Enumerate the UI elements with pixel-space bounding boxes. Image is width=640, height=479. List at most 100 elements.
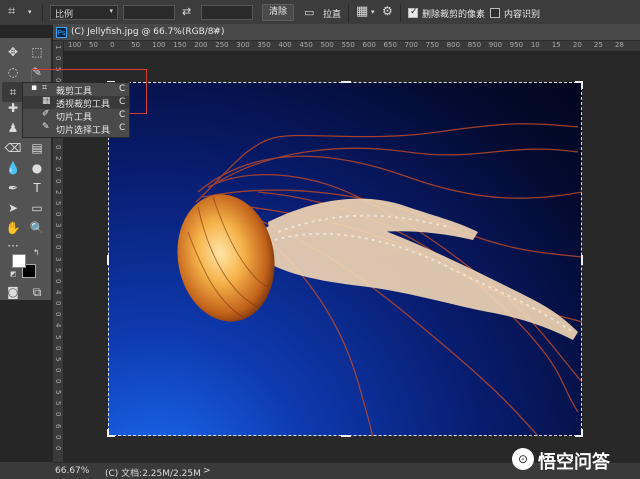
zoom-level[interactable]: 66.67% — [55, 466, 89, 476]
crop-handle-left[interactable] — [107, 255, 109, 265]
document-tab[interactable]: Ps (C) Jellyfish.jpg @ 66.7%(RGB/8#) × — [53, 24, 640, 41]
ruler-tick: 4 — [54, 323, 62, 328]
ruler-tick: 150 — [173, 41, 187, 49]
more-tools-icon[interactable]: ··· — [2, 236, 24, 256]
spot-heal-tool-icon[interactable]: ✚ — [2, 98, 24, 118]
flyout-item-label: 切片选择工具 — [56, 126, 111, 136]
close-icon[interactable]: × — [212, 26, 220, 36]
separator — [42, 4, 43, 22]
gear-icon[interactable]: ⚙ — [382, 4, 393, 18]
separator — [400, 4, 401, 22]
ruler-tick: 6 — [54, 423, 62, 429]
perspective-crop-icon: ▦ — [42, 96, 51, 106]
ruler-top[interactable]: 100 50 0 50 100 150 200 250 300 350 400 450 500 550 60… — [64, 41, 640, 52]
height-input[interactable] — [201, 5, 253, 20]
straighten-label[interactable]: 拉直 — [323, 7, 341, 20]
foreground-color-swatch[interactable] — [12, 254, 26, 268]
watermark-text: 悟空问答 — [538, 452, 610, 473]
content-aware-label[interactable]: 内容识别 — [504, 7, 540, 20]
ruler-tick: 0 — [54, 367, 62, 373]
crop-frame[interactable] — [107, 81, 583, 437]
stamp-tool-icon[interactable]: ♟ — [2, 118, 24, 138]
ruler-tick: 4 — [54, 289, 62, 295]
flyout-item-slice-select[interactable]: ✎ 切片选择工具 C — [23, 122, 129, 136]
quick-mask-icon[interactable]: ◙ — [2, 282, 24, 302]
chevron-down-icon[interactable]: ▾ — [371, 8, 375, 16]
document-info: (C) 文档:2.25M/2.25M — [105, 469, 201, 479]
crop-handle-right[interactable] — [581, 255, 583, 265]
ruler-tick: 0 — [54, 345, 62, 351]
straighten-icon[interactable]: ▭ — [304, 6, 314, 19]
ruler-tick: 0 — [54, 412, 62, 417]
content-aware-checkbox[interactable] — [490, 8, 500, 18]
ruler-tick: 0 — [54, 379, 62, 384]
dodge-tool-icon[interactable]: ● — [26, 158, 48, 178]
marquee-tool-icon[interactable]: ⬚ — [26, 42, 48, 62]
ruler-tick: 0 — [54, 145, 62, 150]
lasso-tool-icon[interactable]: ◌ — [2, 62, 24, 82]
ruler-tick: 5 — [54, 401, 62, 406]
ruler-tick: 0 — [54, 312, 62, 317]
ruler-tick: 15 — [551, 41, 561, 49]
overlay-grid-icon[interactable]: ▦ — [356, 4, 368, 19]
watermark: ⊙ 悟空问答 — [512, 446, 638, 473]
ruler-tick: 300 — [236, 41, 250, 49]
ruler-tick: 0 — [54, 56, 62, 61]
ruler-tick: 10 — [530, 41, 540, 49]
ruler-tick: 20 — [572, 41, 582, 49]
crop-handle-top-right[interactable] — [575, 81, 583, 89]
flyout-item-perspective-crop[interactable]: ▦ 透视裁剪工具 C — [23, 96, 129, 110]
options-bar: ⌗ ▾ 比例 ▾ ⇄ 清除 ▭ 拉直 ▦ ▾ ⚙ 删除裁剪的像素 内容识别 — [0, 0, 640, 26]
blur-tool-icon[interactable]: 💧 — [2, 158, 24, 178]
status-menu-arrow[interactable]: > — [203, 466, 211, 476]
ruler-tick: 0 — [54, 234, 62, 239]
ruler-tick: 600 — [362, 41, 376, 49]
flyout-item-shortcut: C — [119, 97, 126, 107]
ruler-tick: 50 — [131, 41, 141, 49]
delete-cropped-checkbox[interactable] — [408, 7, 418, 18]
crop-handle-bottom-left[interactable] — [107, 429, 115, 437]
ruler-tick: 800 — [446, 41, 461, 49]
ruler-tick: 500 — [320, 41, 334, 49]
ruler-tick: 850 — [467, 41, 482, 49]
crop-handle-bottom-right[interactable] — [575, 429, 583, 437]
crop-handle-top[interactable] — [341, 81, 351, 83]
shape-tool-icon[interactable]: ▭ — [26, 198, 48, 218]
ruler-tick: 50 — [89, 41, 98, 49]
path-select-tool-icon[interactable]: ➤ — [2, 198, 24, 218]
ruler-tick: 3 — [54, 223, 62, 228]
clear-button[interactable]: 清除 — [262, 4, 294, 21]
ruler-tick: 100 — [68, 41, 82, 49]
ps-badge: Ps — [56, 27, 67, 38]
ratio-select[interactable]: 比例 ▾ — [50, 5, 118, 20]
hand-tool-icon[interactable]: ✋ — [2, 218, 24, 238]
move-tool-icon[interactable]: ✥ — [2, 42, 24, 62]
width-input[interactable] — [123, 5, 175, 20]
flyout-item-crop[interactable]: ▪ ⌗ 裁剪工具 C — [23, 83, 129, 97]
ruler-tick: 0 — [54, 434, 62, 440]
ruler-tick: 25 — [593, 41, 603, 49]
screen-mode-icon[interactable]: ⧉ — [26, 282, 48, 302]
eraser-tool-icon[interactable]: ⌫ — [2, 138, 24, 158]
delete-cropped-label[interactable]: 删除裁剪的像素 — [422, 7, 485, 20]
swap-icon[interactable]: ⇄ — [182, 5, 191, 18]
crop-icon[interactable]: ⌗ — [8, 4, 15, 19]
swap-colors-icon[interactable]: ↰ — [33, 248, 40, 257]
type-tool-icon[interactable]: T — [26, 178, 48, 198]
crop-handle-bottom[interactable] — [341, 435, 351, 437]
zoom-tool-icon[interactable]: 🔍 — [26, 218, 48, 238]
ruler-tick: 0 — [54, 212, 62, 217]
ruler-tick: 0 — [110, 41, 115, 49]
flyout-item-slice[interactable]: ✐ 切片工具 C — [23, 109, 129, 123]
crop-icon: ⌗ — [42, 83, 48, 93]
chevron-down-icon[interactable]: ▾ — [28, 8, 32, 16]
flyout-item-shortcut: C — [119, 84, 126, 94]
ruler-tick: 900 — [488, 41, 503, 49]
pen-tool-icon[interactable]: ✒ — [2, 178, 24, 198]
gradient-tool-icon[interactable]: ▤ — [26, 138, 48, 158]
ruler-tick: 28 — [614, 41, 624, 49]
ruler-tick: 550 — [341, 41, 355, 49]
flyout-item-shortcut: C — [119, 123, 126, 133]
default-colors-icon[interactable]: ◩ — [10, 270, 17, 278]
status-left — [0, 462, 53, 479]
